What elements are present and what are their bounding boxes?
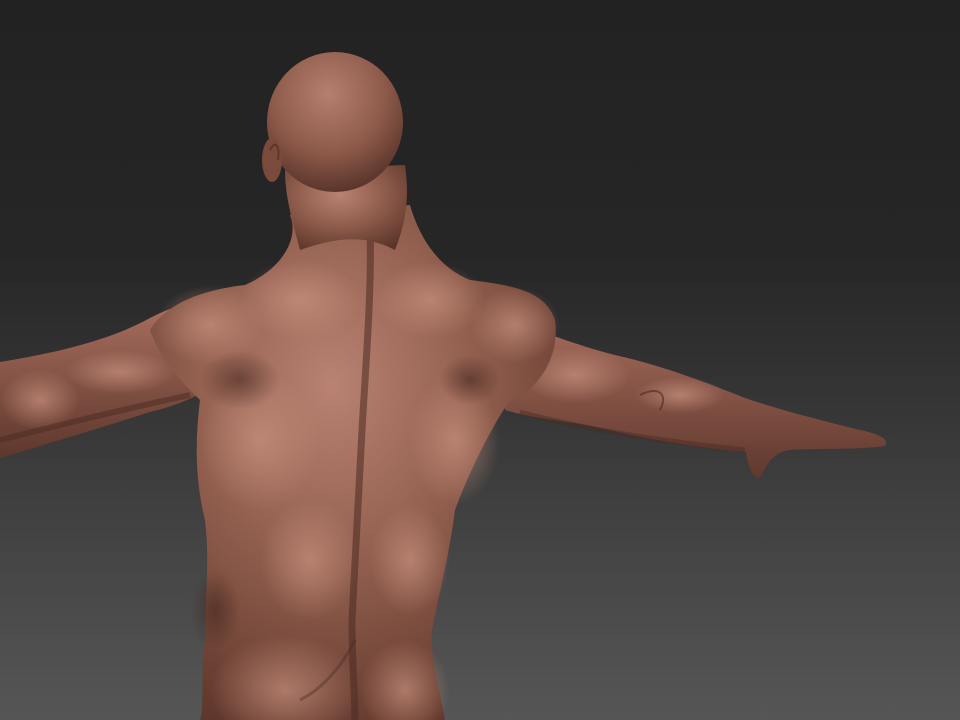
right-arm (505, 320, 887, 478)
sculpt-model (0, 52, 887, 720)
torso (150, 205, 560, 720)
head (262, 52, 403, 192)
sculpt-viewport[interactable] (0, 0, 960, 720)
